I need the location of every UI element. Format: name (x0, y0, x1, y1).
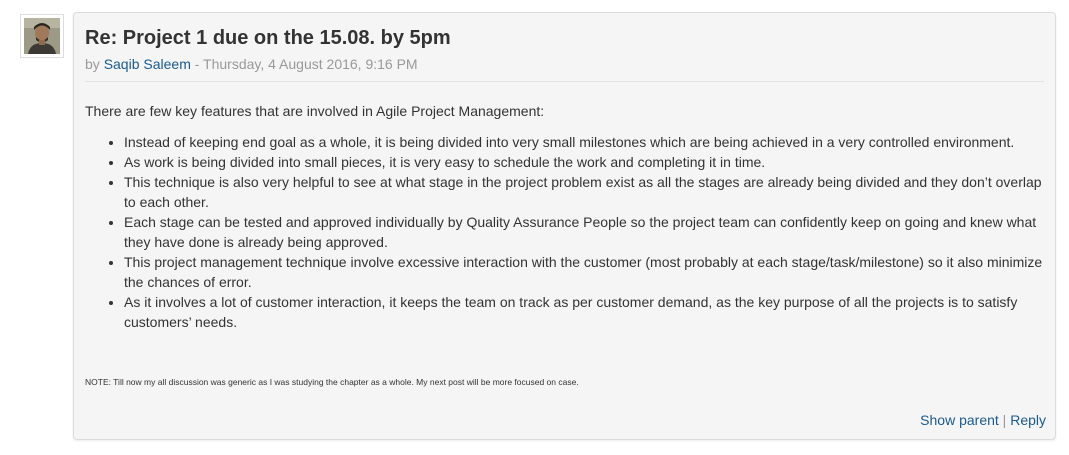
show-parent-link[interactable]: Show parent (920, 412, 999, 428)
feature-list: Instead of keeping end goal as a whole, … (85, 132, 1044, 332)
post-date: - Thursday, 4 August 2016, 9:16 PM (194, 56, 418, 72)
author-avatar-frame[interactable] (20, 14, 64, 58)
list-item: This technique is also very helpful to s… (124, 172, 1044, 212)
author-link[interactable]: Saqib Saleem (104, 56, 191, 72)
person-photo-icon (24, 18, 60, 54)
list-item: Instead of keeping end goal as a whole, … (124, 132, 1044, 152)
list-item: As it involves a lot of customer interac… (124, 292, 1044, 332)
post-intro: There are few key features that are invo… (85, 103, 545, 119)
avatar[interactable] (24, 18, 60, 54)
header-divider (85, 81, 1044, 82)
list-item: This project management technique involv… (124, 252, 1044, 292)
list-item: As work is being divided into small piec… (124, 152, 1044, 172)
list-item: Each stage can be tested and approved in… (124, 212, 1044, 252)
forum-post: Re: Project 1 due on the 15.08. by 5pm b… (73, 12, 1056, 440)
by-label: by (85, 56, 100, 72)
post-note: NOTE: Till now my all discussion was gen… (85, 377, 579, 387)
post-content: There are few key features that are invo… (85, 101, 1044, 332)
post-subject: Re: Project 1 due on the 15.08. by 5pm (85, 27, 451, 49)
command-separator: | (1002, 412, 1007, 428)
reply-link[interactable]: Reply (1010, 412, 1046, 428)
post-commands: Show parent | Reply (920, 412, 1046, 428)
post-author-line: by Saqib Saleem - Thursday, 4 August 201… (85, 56, 418, 72)
